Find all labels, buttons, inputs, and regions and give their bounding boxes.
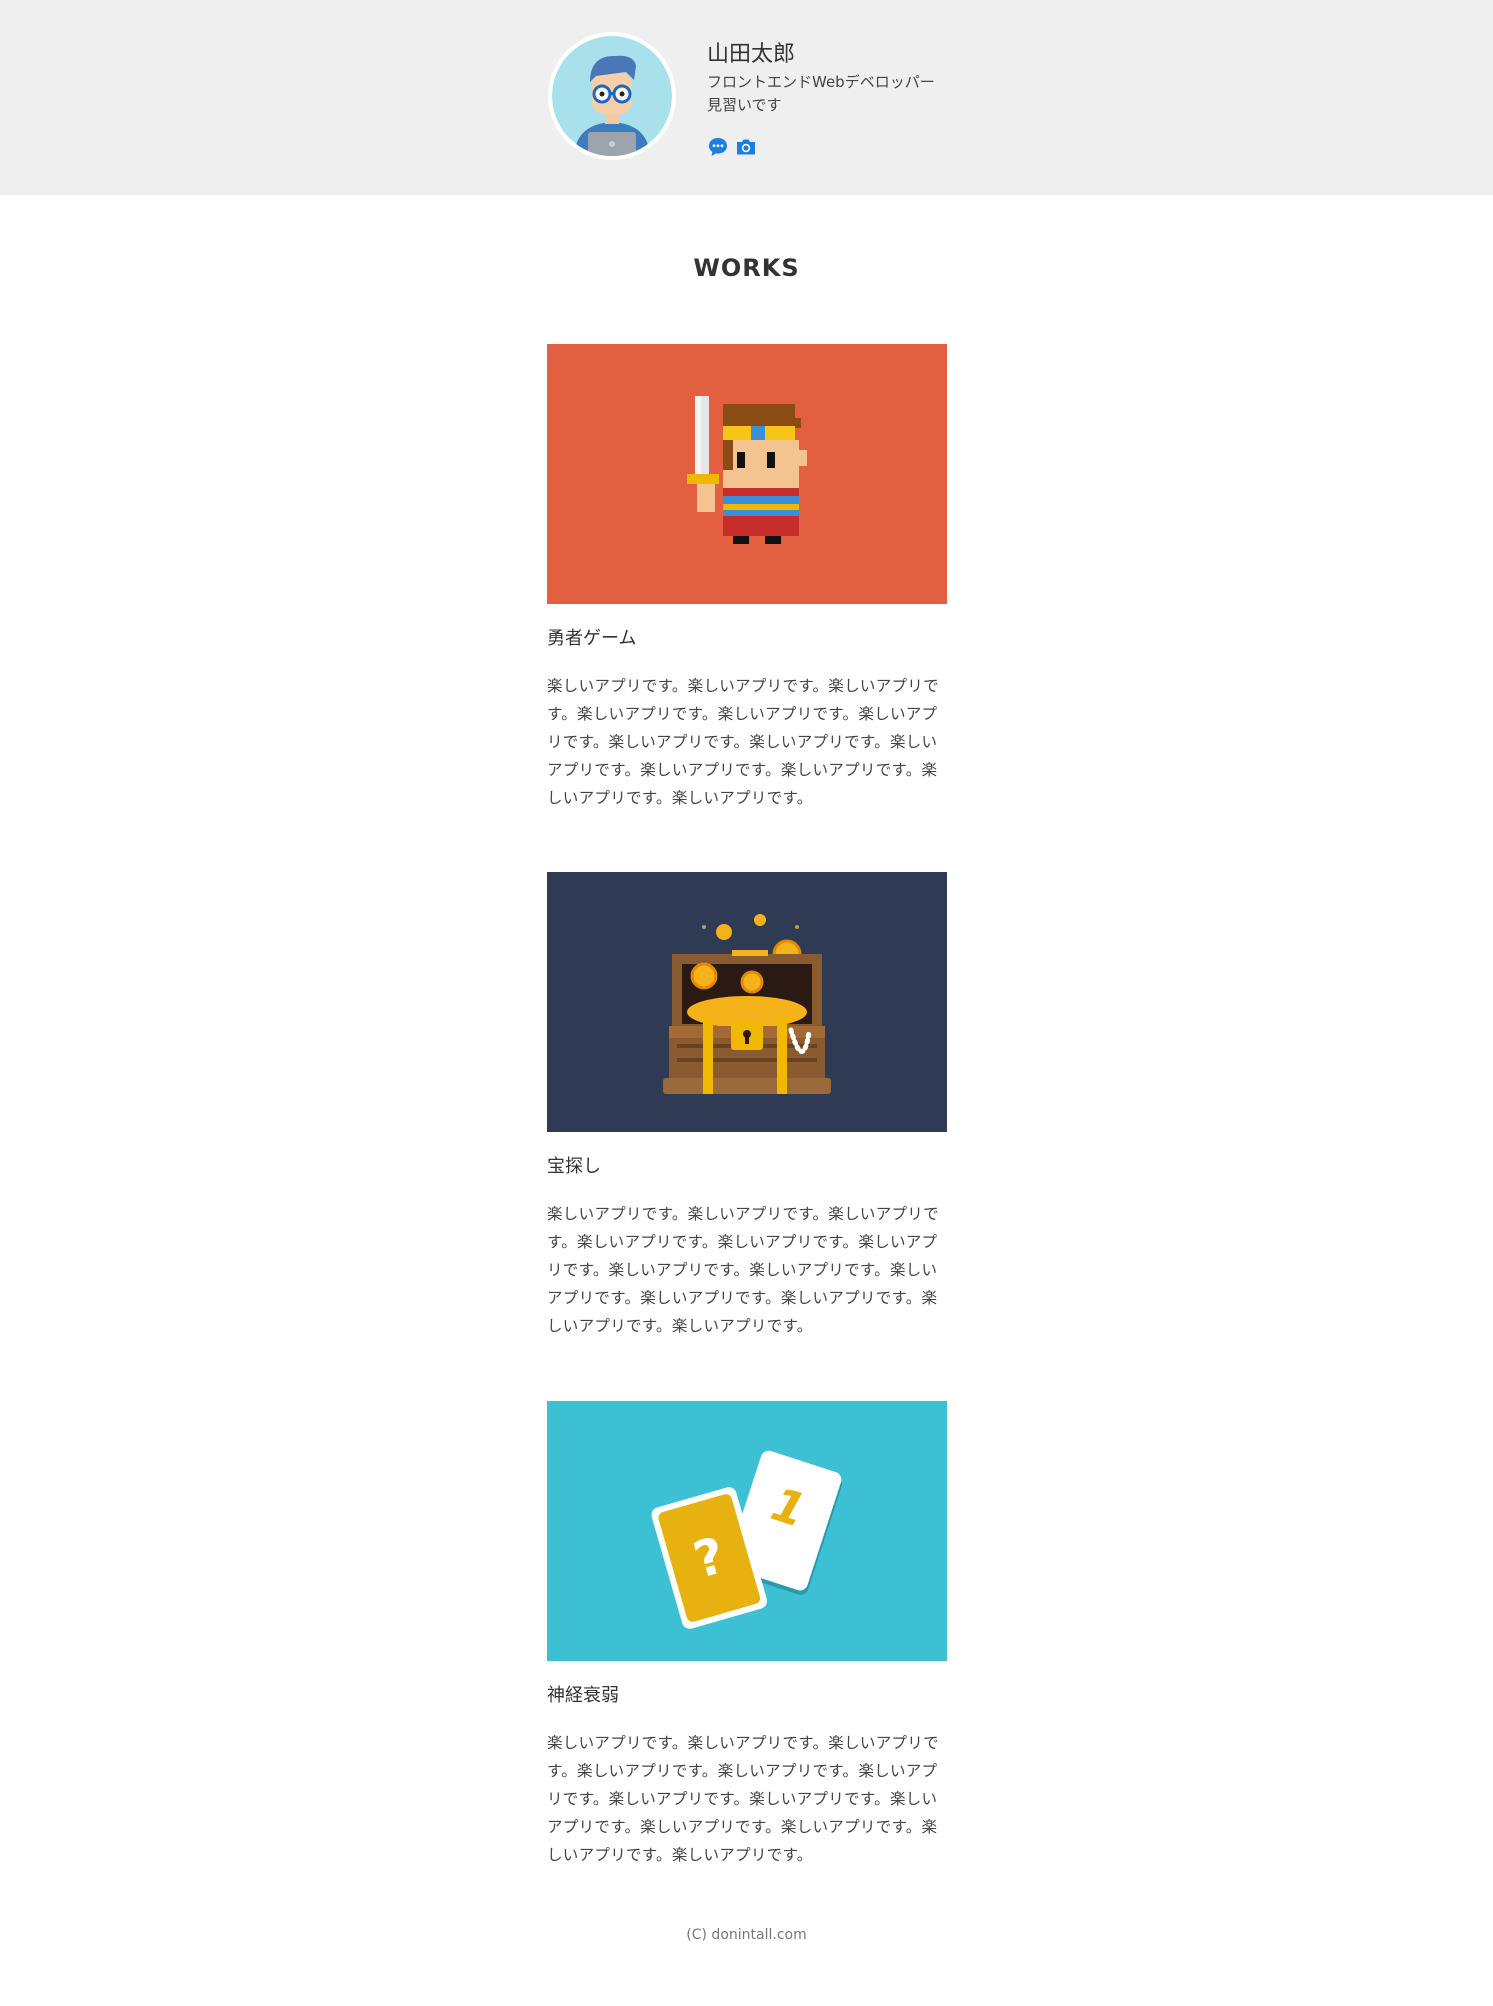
work-image[interactable]: 1 ?	[547, 1401, 947, 1661]
work-description: 楽しいアプリです。楽しいアプリです。楽しいアプリです。楽しいアプリです。楽しいア…	[547, 1734, 939, 1864]
developer-avatar-icon	[552, 36, 672, 156]
camera-icon[interactable]	[735, 136, 757, 158]
profile-bio: フロントエンドWebデベロッパー見習いです	[707, 73, 935, 114]
work-description: 楽しいアプリです。楽しいアプリです。楽しいアプリです。楽しいアプリです。楽しいア…	[547, 1205, 939, 1335]
work-title: 宝探し	[547, 1156, 601, 1177]
footer-copyright: (C) donintall.com	[686, 1927, 807, 1943]
work-image[interactable]	[547, 872, 947, 1132]
work-card[interactable]: 勇者ゲーム 楽しいアプリです。楽しいアプリです。楽しいアプリです。楽しいアプリで…	[547, 344, 947, 812]
section-title: WORKS	[693, 254, 800, 282]
treasure-chest-icon	[547, 872, 947, 1132]
work-card[interactable]: 宝探し 楽しいアプリです。楽しいアプリです。楽しいアプリです。楽しいアプリです。…	[547, 872, 947, 1340]
work-card[interactable]: 1 ? 神経衰弱 楽しいアプリです。楽しいアプリです。楽しいアプリです。楽しいア…	[547, 1401, 947, 1869]
chat-bubble-icon[interactable]	[707, 136, 729, 158]
social-links	[707, 136, 757, 158]
work-title: 神経衰弱	[547, 1685, 619, 1706]
avatar	[548, 32, 676, 160]
work-image[interactable]	[547, 344, 947, 604]
playing-cards-icon: 1 ?	[547, 1401, 947, 1661]
pixel-hero-icon	[547, 344, 947, 604]
work-title: 勇者ゲーム	[547, 628, 637, 649]
profile-name: 山田太郎	[707, 42, 796, 67]
work-description: 楽しいアプリです。楽しいアプリです。楽しいアプリです。楽しいアプリです。楽しいア…	[547, 677, 939, 807]
profile-header: 山田太郎 フロントエンドWebデベロッパー見習いです	[0, 0, 1493, 195]
